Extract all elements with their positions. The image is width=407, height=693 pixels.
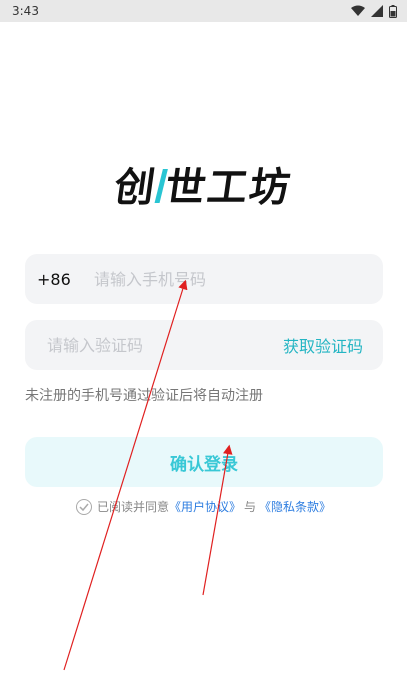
registration-hint: 未注册的手机号通过验证后将自动注册 [25, 388, 263, 404]
wifi-icon [351, 5, 365, 16]
verification-code-input[interactable] [45, 320, 283, 370]
agreement-checkbox[interactable] [75, 498, 92, 515]
status-icons [351, 4, 397, 18]
logo-text-right: 世工坊 [162, 165, 295, 211]
phone-field: +86 [25, 254, 383, 304]
agreement-and: 与 [244, 500, 257, 514]
code-field: 获取验证码 [25, 320, 383, 370]
login-button[interactable]: 确认登录 [25, 437, 383, 487]
privacy-policy-link[interactable]: 《隐私条款》 [259, 498, 331, 515]
agreement-prefix: 已阅读并同意 [96, 500, 169, 514]
check-icon [79, 503, 89, 511]
user-agreement-link[interactable]: 《用户协议》 [169, 498, 241, 515]
battery-icon [389, 4, 397, 18]
phone-input[interactable] [92, 254, 383, 304]
logo-text-left: 创 [111, 165, 160, 211]
status-time: 3:43 [12, 4, 39, 18]
country-code[interactable]: +86 [37, 270, 92, 289]
status-bar: 3:43 [0, 0, 407, 22]
agreement-row: 已阅读并同意 《用户协议》 与 《隐私条款》 [0, 498, 407, 515]
brand-logo: 创世工坊 [0, 155, 407, 213]
signal-icon [371, 5, 383, 17]
get-code-button[interactable]: 获取验证码 [283, 333, 363, 357]
